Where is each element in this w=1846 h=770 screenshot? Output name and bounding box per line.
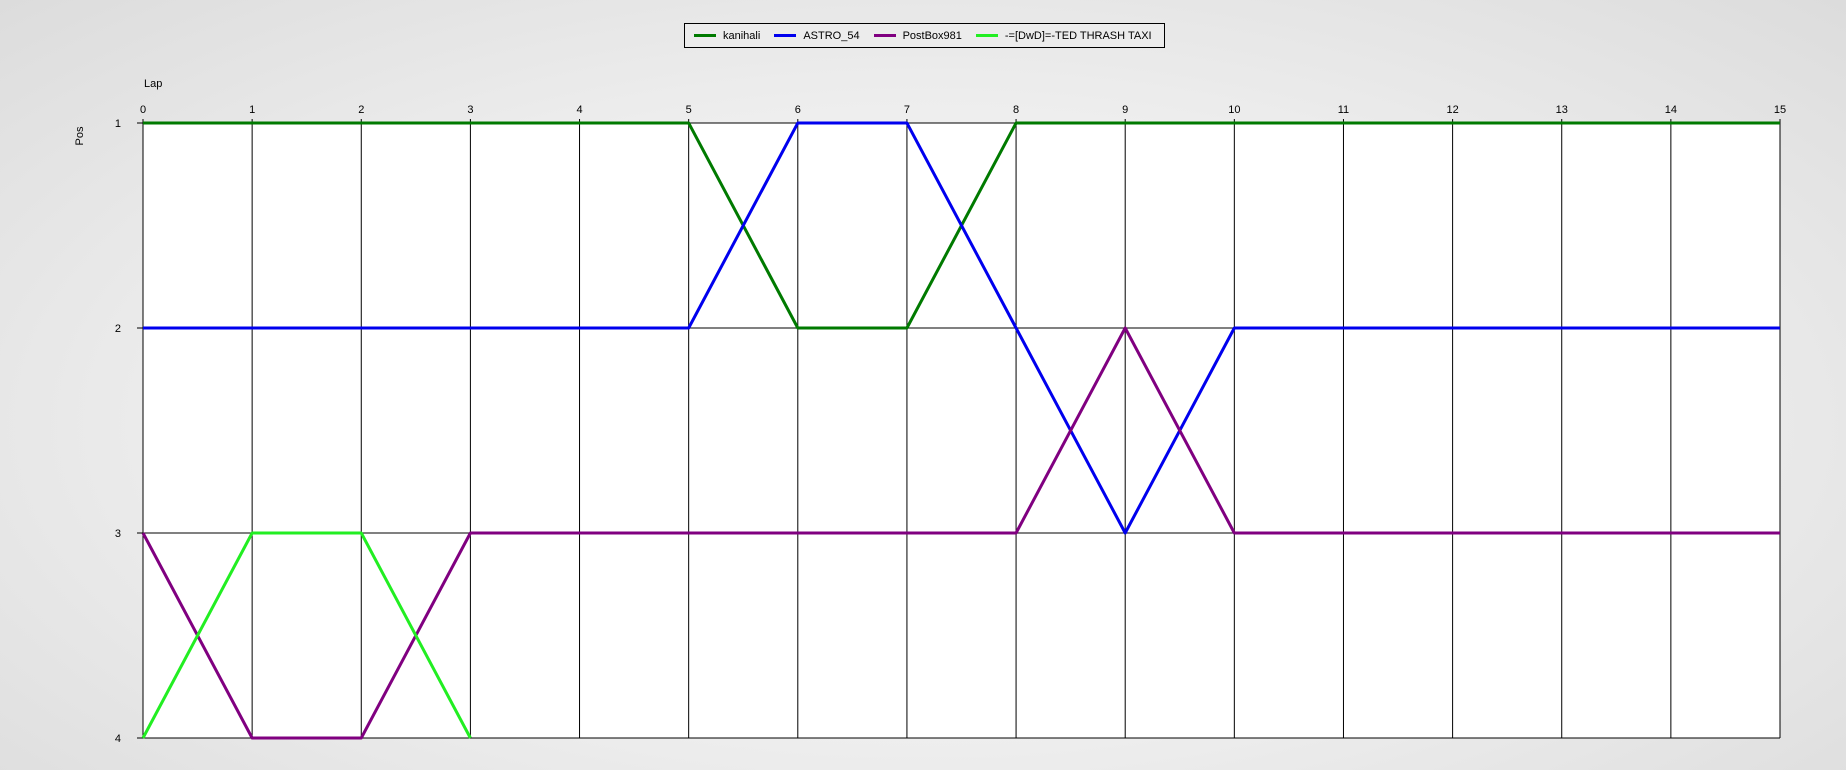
x-tick-label-8: 8 [1013,104,1019,116]
x-axis-label: Lap [144,78,162,90]
x-tick-label-5: 5 [686,104,692,116]
x-tick-label-9: 9 [1122,104,1128,116]
x-tick-label-1: 1 [249,104,255,116]
x-tick-label-2: 2 [358,104,364,116]
y-axis-label: Pos [74,126,86,145]
y-tick-label-1: 1 [115,118,121,130]
x-tick-label-7: 7 [904,104,910,116]
x-tick-label-13: 13 [1556,104,1568,116]
x-tick-label-12: 12 [1446,104,1458,116]
x-tick-label-14: 14 [1665,104,1677,116]
y-tick-label-4: 4 [115,733,121,745]
y-tick-label-2: 2 [115,323,121,335]
plot-area [143,123,1780,738]
x-tick-label-10: 10 [1228,104,1240,116]
position-chart: 0 1 2 3 4 5 6 7 8 9 10 11 12 13 14 151234 Lap Pos [74,78,1786,745]
x-tick-label-15: 15 [1774,104,1786,116]
y-tick-label-3: 3 [115,528,121,540]
x-tick-label-6: 6 [795,104,801,116]
x-tick-label-0: 0 [140,104,146,116]
x-tick-label-4: 4 [576,104,582,116]
x-tick-label-3: 3 [467,104,473,116]
x-tick-label-11: 11 [1338,104,1349,116]
